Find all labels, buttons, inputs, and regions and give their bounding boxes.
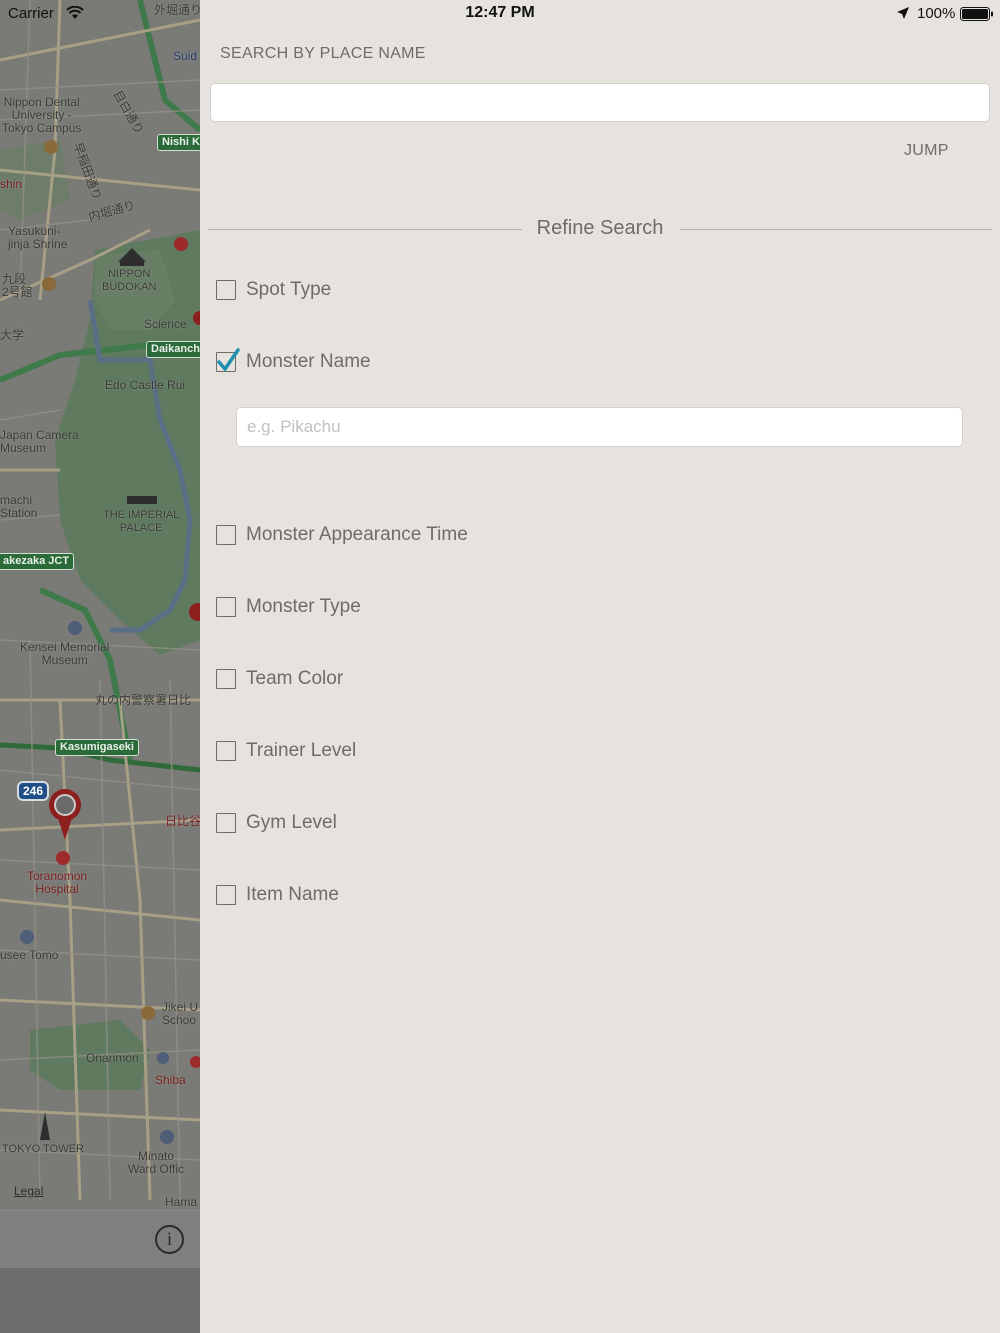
status-bar: Carrier 12:47 PM 100% xyxy=(0,0,1000,26)
legal-link[interactable]: Legal xyxy=(14,1184,43,1198)
option-monster-appearance-time[interactable]: Monster Appearance Time xyxy=(216,520,468,550)
divider-line xyxy=(680,229,992,230)
map-label: Toranomon Hospital xyxy=(27,869,88,896)
option-monster-name[interactable]: Monster Name xyxy=(216,347,371,377)
checkbox[interactable] xyxy=(216,348,240,372)
search-by-place-label: SEARCH BY PLACE NAME xyxy=(220,45,426,62)
map-label: machi Station xyxy=(0,493,38,520)
place-name-input[interactable] xyxy=(210,83,990,122)
checkbox[interactable] xyxy=(216,669,236,689)
map-toolbar-bottom xyxy=(0,1268,200,1333)
option-label: Monster Appearance Time xyxy=(246,524,468,545)
map-label: THE IMPERIAL PALACE xyxy=(103,509,180,534)
route-shield: 246 xyxy=(17,781,50,801)
info-button[interactable]: i xyxy=(155,1225,184,1254)
option-monster-type[interactable]: Monster Type xyxy=(216,592,361,622)
option-label: Item Name xyxy=(246,884,339,905)
clock: 12:47 PM xyxy=(465,4,535,21)
map-label: shin xyxy=(0,177,23,191)
map-label: 丸の内警察署日比 xyxy=(95,693,192,707)
divider-line xyxy=(208,229,522,230)
option-label: Monster Type xyxy=(246,596,361,617)
option-item-name[interactable]: Item Name xyxy=(216,880,339,910)
map-label: 九段 2号館 xyxy=(2,272,33,299)
map-label: Japan Camera Museum xyxy=(0,428,79,455)
map-label: Edo Castle Rui xyxy=(105,378,186,392)
option-label: Team Color xyxy=(246,668,344,689)
map-label: Nippon Dental University - Tokyo Campus xyxy=(2,95,82,135)
checkbox[interactable] xyxy=(216,741,236,761)
map-label: Suid xyxy=(173,49,198,63)
checkbox[interactable] xyxy=(216,597,236,617)
option-label: Spot Type xyxy=(246,279,332,300)
road-sign: Kasumigaseki xyxy=(55,739,139,756)
monster-name-input[interactable] xyxy=(236,407,963,447)
option-label: Trainer Level xyxy=(246,740,357,761)
battery-icon xyxy=(960,7,993,21)
map-label: 日比谷 xyxy=(165,814,200,828)
option-label: Gym Level xyxy=(246,812,337,833)
map-pin xyxy=(49,789,81,840)
map-label: Kensei Memorial Museum xyxy=(20,640,110,667)
road-sign: akezaka JCT xyxy=(0,553,75,570)
road-sign: Daikancho xyxy=(146,341,200,358)
map-label: Minato Ward Offic xyxy=(128,1149,185,1176)
option-spot-type[interactable]: Spot Type xyxy=(216,275,331,305)
map-label: Jikei U Schoo xyxy=(162,1000,199,1027)
option-team-color[interactable]: Team Color xyxy=(216,664,343,694)
map-view[interactable]: 外堀通り Suid Nippon Dental University - Tok… xyxy=(0,0,200,1333)
map-label: 大学 xyxy=(0,328,25,342)
option-trainer-level[interactable]: Trainer Level xyxy=(216,736,356,766)
map-label: NIPPON BUDOKAN xyxy=(102,268,157,293)
map-label: Hama xyxy=(165,1195,198,1209)
checkbox[interactable] xyxy=(216,525,236,545)
checkmark-icon xyxy=(217,348,240,372)
map-label: Shiba xyxy=(155,1073,186,1087)
checkbox[interactable] xyxy=(216,280,236,300)
refine-search-divider: Refine Search xyxy=(208,216,992,242)
road-sign: Nishi Ka xyxy=(157,134,200,151)
option-label: Monster Name xyxy=(246,351,371,372)
map-label: usee Tomo xyxy=(0,948,59,962)
map-label: TOKYO TOWER xyxy=(2,1143,84,1155)
battery-percentage: 100% xyxy=(917,5,956,22)
location-arrow-icon xyxy=(897,7,909,19)
map-label: Science xyxy=(144,317,187,331)
option-gym-level[interactable]: Gym Level xyxy=(216,808,337,838)
search-panel: SEARCH BY PLACE NAME JUMP Refine Search … xyxy=(200,0,1000,1333)
checkbox[interactable] xyxy=(216,813,236,833)
checkbox[interactable] xyxy=(216,885,236,905)
jump-button[interactable]: JUMP xyxy=(904,142,949,160)
map-label: Onarimon xyxy=(86,1051,139,1065)
map-label: Yasukuni- jinja Shrine xyxy=(8,224,68,251)
refine-search-title: Refine Search xyxy=(536,217,664,239)
